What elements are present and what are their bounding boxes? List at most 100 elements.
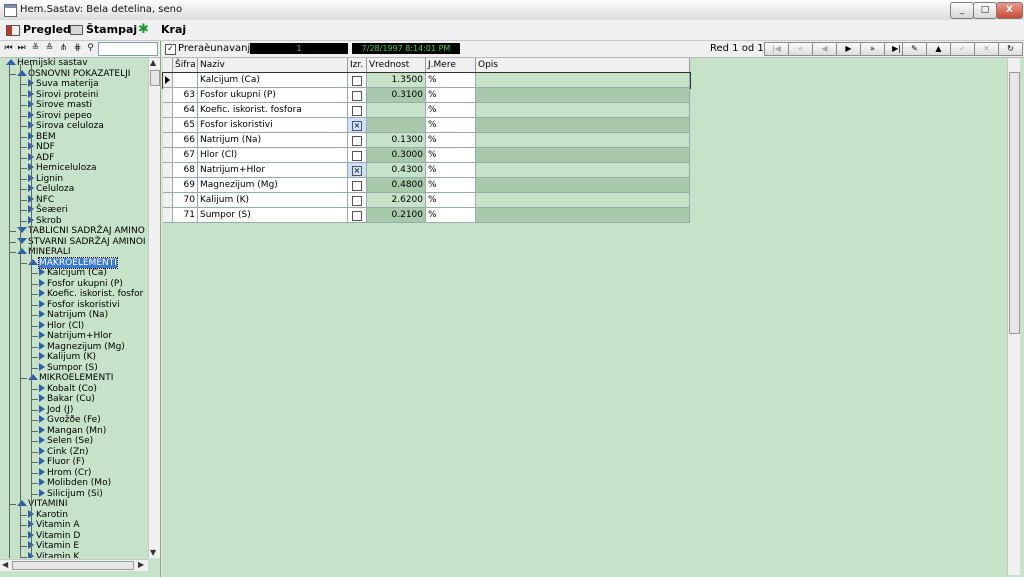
cancel-record-button[interactable]: ✕ xyxy=(974,42,999,56)
cell-opis[interactable] xyxy=(476,178,690,193)
tree-node[interactable]: Vitamin E xyxy=(28,541,79,551)
scroll-down-icon[interactable]: ▼ xyxy=(150,548,156,557)
cell-opis[interactable] xyxy=(476,193,690,208)
tree-node[interactable]: Sirovi pepeo xyxy=(28,110,92,121)
cell-naziv[interactable]: Magnezijum (Mg) xyxy=(198,178,348,193)
last-node-icon[interactable]: ⏭ xyxy=(16,43,27,54)
expand-all-icon[interactable]: ≚ xyxy=(30,43,41,54)
tree-node[interactable]: Silicijum (Si) xyxy=(39,488,103,499)
cell-sifra[interactable]: 70 xyxy=(173,193,198,208)
izr-checkbox[interactable] xyxy=(352,106,362,116)
cell-jmere[interactable]: % xyxy=(426,163,476,178)
tree-node[interactable]: Sirovi proteini xyxy=(28,89,98,100)
cell-vrednost[interactable]: 0.3000 xyxy=(367,148,426,163)
table-row[interactable]: 70 Kalijum (K) 2.6200% xyxy=(163,193,690,208)
prev-record-button[interactable]: ◀ xyxy=(812,42,837,56)
cell-naziv[interactable]: Kalcijum (Ca) xyxy=(198,73,348,88)
insert-record-button[interactable]: ▲ xyxy=(926,42,951,56)
table-row[interactable]: 64 Koefic. iskorist. fosfora% xyxy=(163,103,690,118)
tree-node[interactable]: Kalijum (K) xyxy=(39,352,96,362)
tree-node[interactable]: Hlor (Cl) xyxy=(39,320,84,331)
tree-node[interactable]: Bakar (Cu) xyxy=(39,394,95,404)
cell-sifra[interactable]: 64 xyxy=(173,103,198,118)
izr-checkbox[interactable]: × xyxy=(352,166,362,176)
first-record-button[interactable]: |◀ xyxy=(764,42,789,56)
cell-naziv[interactable]: Fosfor iskoristivi xyxy=(198,118,348,133)
cell-naziv[interactable]: Sumpor (S) xyxy=(198,208,348,223)
tree-node[interactable]: Magnezijum (Mg) xyxy=(39,341,125,352)
tree-vertical-scrollbar[interactable]: ▲ ▼ xyxy=(148,58,160,558)
izr-checkbox[interactable]: × xyxy=(352,121,362,131)
close-button[interactable]: X xyxy=(996,2,1023,19)
tree-node[interactable]: Sirova celuloza xyxy=(28,121,104,131)
cell-izr[interactable] xyxy=(348,178,367,193)
cell-opis[interactable] xyxy=(476,148,690,163)
izr-checkbox[interactable] xyxy=(352,196,362,206)
cell-jmere[interactable]: % xyxy=(426,118,476,133)
next-record-button[interactable]: ▶ xyxy=(836,42,861,56)
tree-node[interactable]: MIKROELEMENTI xyxy=(28,373,113,383)
cell-izr[interactable] xyxy=(348,73,367,88)
cell-opis[interactable] xyxy=(476,208,690,223)
table-row[interactable]: 63 Fosfor ukupni (P) 0.3100% xyxy=(163,88,690,103)
next-page-button[interactable]: » xyxy=(860,42,885,56)
tree-collapse-icon[interactable]: ⋕ xyxy=(72,43,83,54)
tree-node[interactable]: Celuloza xyxy=(28,184,74,194)
tree-node[interactable]: Molibden (Mo) xyxy=(39,478,111,488)
maximize-button[interactable]: □ xyxy=(973,2,997,19)
tree-node[interactable]: Koefic. iskorist. fosfor xyxy=(39,289,143,299)
table-row[interactable]: 68 Natrijum+Hlor × 0.4300% xyxy=(163,163,690,178)
tree-node[interactable]: Cink (Zn) xyxy=(39,446,88,457)
cell-izr[interactable] xyxy=(348,148,367,163)
tree-node[interactable]: Vitamin D xyxy=(28,530,80,541)
table-row[interactable]: 69 Magnezijum (Mg) 0.4800% xyxy=(163,178,690,193)
cell-opis[interactable] xyxy=(476,133,690,148)
cell-naziv[interactable]: Natrijum (Na) xyxy=(198,133,348,148)
cell-izr[interactable] xyxy=(348,193,367,208)
table-row[interactable]: 67 Hlor (Cl) 0.3000% xyxy=(163,148,690,163)
cell-sifra[interactable]: 67 xyxy=(173,148,198,163)
stampaj-button[interactable]: Štampaj xyxy=(70,22,137,38)
tree-node[interactable]: OSNOVNI POKAZATELJI xyxy=(17,69,130,79)
tree-expand-icon[interactable]: ⋔ xyxy=(58,43,69,54)
tree-node[interactable]: Vitamin A xyxy=(28,520,80,530)
tree-node[interactable]: Vitamin K xyxy=(28,551,79,558)
cell-sifra[interactable]: 66 xyxy=(173,133,198,148)
tree-node[interactable]: Gvožðe (Fe) xyxy=(39,415,101,425)
cell-naziv[interactable]: Koefic. iskorist. fosfora xyxy=(198,103,348,118)
tree-node[interactable]: Hemijski sastav xyxy=(6,58,88,68)
cell-izr[interactable]: × xyxy=(348,163,367,178)
tree-node[interactable]: Suva materija xyxy=(28,79,99,89)
table-row[interactable]: 66 Natrijum (Na) 0.1300% xyxy=(163,133,690,148)
cell-vrednost[interactable]: 0.4300 xyxy=(367,163,426,178)
tree-node[interactable]: Hemiceluloza xyxy=(28,163,97,173)
minimize-button[interactable]: _ xyxy=(950,2,974,19)
tree-horizontal-scrollbar[interactable]: ◀ ▶ xyxy=(0,559,148,571)
cell-vrednost[interactable]: 0.3100 xyxy=(367,88,426,103)
recalc-checkbox[interactable]: ✓ xyxy=(165,44,176,55)
header-jmere[interactable]: J.Mere xyxy=(426,58,476,73)
cell-opis[interactable] xyxy=(476,73,690,88)
tree-node[interactable]: VITAMINI xyxy=(17,499,68,509)
cell-vrednost[interactable]: 2.6200 xyxy=(367,193,426,208)
edit-record-button[interactable]: ✎ xyxy=(902,42,927,56)
izr-checkbox[interactable] xyxy=(352,91,362,101)
cell-opis[interactable] xyxy=(476,103,690,118)
tree-node[interactable]: Karotin xyxy=(28,509,68,520)
kraj-button[interactable]: ✱ Kraj xyxy=(138,22,186,38)
cell-izr[interactable] xyxy=(348,133,367,148)
header-opis[interactable]: Opis xyxy=(476,58,690,73)
scroll-up-icon[interactable]: ▲ xyxy=(150,58,156,67)
grid-vertical-scrollbar[interactable] xyxy=(1007,58,1020,575)
cell-jmere[interactable]: % xyxy=(426,178,476,193)
tree-node[interactable]: Kalcijum (Ca) xyxy=(39,268,107,278)
cell-jmere[interactable]: % xyxy=(426,193,476,208)
cell-opis[interactable] xyxy=(476,88,690,103)
cell-vrednost[interactable]: 1.3500 xyxy=(367,73,426,88)
cell-jmere[interactable]: % xyxy=(426,133,476,148)
find-icon[interactable]: ⚲ xyxy=(85,43,96,54)
tree-search-input[interactable] xyxy=(98,42,158,56)
pregled-button[interactable]: Pregled xyxy=(6,22,71,38)
tree-node[interactable]: Mangan (Mn) xyxy=(39,425,106,436)
header-naziv[interactable]: Naziv xyxy=(198,58,348,73)
